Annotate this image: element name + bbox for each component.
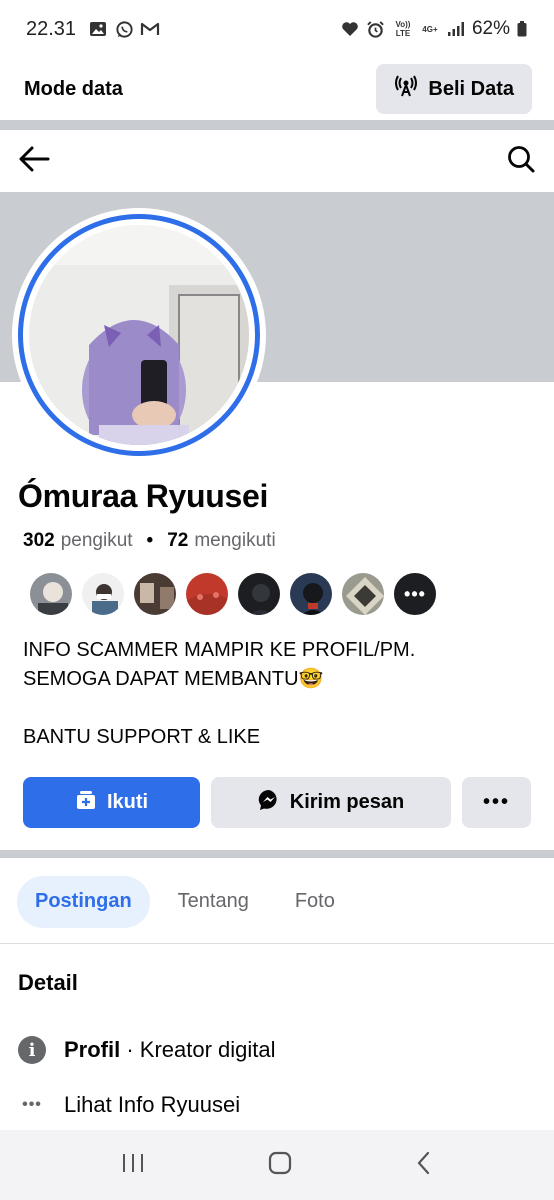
follower-avatar[interactable]: [132, 571, 178, 617]
network-type: 4G+: [422, 24, 438, 34]
profile-picture[interactable]: [12, 208, 266, 462]
follow-icon: [75, 790, 97, 816]
bio-line: SEMOGA DAPAT MEMBANTU🤓: [23, 668, 324, 690]
stats-separator: •: [146, 530, 154, 551]
bio-line: INFO SCAMMER MAMPIR KE PROFIL/PM.: [23, 639, 416, 661]
send-message-label: Kirim pesan: [289, 791, 405, 813]
follow-stats[interactable]: 302 pengikut • 72 mengikuti: [23, 530, 276, 552]
tab-posts[interactable]: Postingan: [17, 875, 150, 928]
follower-avatar[interactable]: [28, 571, 74, 617]
profile-nav-bar: [0, 130, 554, 192]
data-mode-title: Mode data: [24, 77, 123, 100]
story-ring: [18, 214, 260, 456]
battery-icon: [516, 19, 528, 39]
followers-label: pengikut: [60, 530, 133, 551]
signal-icon: [446, 19, 466, 39]
status-bar: 22.31 Vo)) LTE 4G+ 62%: [0, 0, 554, 58]
profile-bio: INFO SCAMMER MAMPIR KE PROFIL/PM. SEMOGA…: [23, 636, 415, 752]
clock: 22.31: [26, 17, 77, 40]
more-options-button[interactable]: •••: [462, 777, 531, 828]
see-info-label: Lihat Info Ryuusei: [64, 1092, 241, 1117]
messenger-icon: [258, 789, 280, 817]
volte-indicator: Vo)) LTE: [395, 20, 411, 38]
follower-avatar[interactable]: [236, 571, 282, 617]
bio-line: BANTU SUPPORT & LIKE: [23, 726, 261, 748]
profile-category-value: · Kreator digital: [120, 1037, 276, 1062]
details-heading: Detail: [18, 970, 78, 995]
send-message-button[interactable]: Kirim pesan: [211, 777, 451, 828]
battery-percent: 62%: [471, 18, 510, 39]
info-icon: i: [18, 1036, 46, 1064]
see-info-row[interactable]: ••• Lihat Info Ryuusei: [18, 1092, 240, 1118]
section-divider: [0, 120, 554, 130]
back-nav-icon[interactable]: [415, 1150, 433, 1181]
following-count: 72: [167, 530, 189, 551]
gmail-icon: [140, 19, 160, 39]
buy-data-label: Beli Data: [428, 77, 514, 100]
profile-name: Ómuraa Ryuusei: [18, 478, 269, 514]
profile-label: Profil: [64, 1037, 121, 1062]
more-followers-button[interactable]: •••: [392, 571, 438, 617]
heart-icon: [340, 19, 360, 39]
follower-avatar[interactable]: [340, 571, 386, 617]
avatar-image: [29, 225, 249, 445]
followers-avatars[interactable]: •••: [28, 571, 438, 617]
antenna-icon: [394, 74, 418, 104]
alarm-icon: [366, 19, 386, 39]
section-divider: [0, 850, 554, 858]
home-icon[interactable]: [267, 1150, 293, 1181]
data-mode-bar: Mode data Beli Data: [0, 58, 554, 120]
follower-avatar[interactable]: [288, 571, 334, 617]
profile-tabs: Postingan Tentang Foto: [0, 860, 554, 944]
profile-actions: Ikuti Kirim pesan •••: [23, 777, 531, 828]
search-icon[interactable]: [506, 144, 536, 179]
profile-category-row: i Profil · Kreator digital: [18, 1036, 276, 1064]
follow-button[interactable]: Ikuti: [23, 777, 200, 828]
following-label: mengikuti: [194, 530, 276, 551]
buy-data-button[interactable]: Beli Data: [376, 64, 532, 114]
back-arrow-icon[interactable]: [18, 145, 50, 178]
whatsapp-icon: [114, 19, 134, 39]
more-dots-icon: •••: [22, 1096, 42, 1113]
gallery-icon: [88, 19, 108, 39]
recent-apps-icon[interactable]: [121, 1152, 145, 1179]
follower-avatar[interactable]: [184, 571, 230, 617]
system-navigation-bar: [0, 1130, 554, 1200]
profile-category: Profil · Kreator digital: [64, 1037, 276, 1063]
follow-label: Ikuti: [106, 791, 149, 813]
tab-photos[interactable]: Foto: [277, 876, 353, 928]
follower-avatar[interactable]: [80, 571, 126, 617]
followers-count: 302: [23, 530, 55, 551]
tab-about[interactable]: Tentang: [160, 876, 267, 928]
